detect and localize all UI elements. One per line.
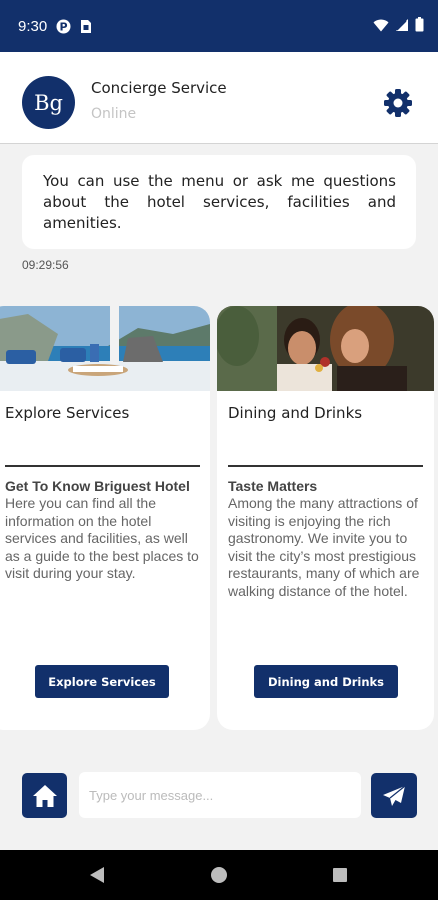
online-status: Online (91, 106, 137, 122)
recents-icon[interactable] (333, 868, 347, 882)
card-subtitle: Get To Know Briguest Hotel (5, 478, 190, 494)
back-icon[interactable] (89, 867, 105, 883)
status-bar: 9:30 P (0, 0, 438, 52)
gear-icon[interactable] (382, 87, 414, 119)
send-icon (383, 785, 406, 806)
home-icon (32, 784, 57, 807)
sim-card-icon (80, 19, 92, 34)
card-divider (228, 465, 423, 467)
card-explore-services: Explore Services Get To Know Briguest Ho… (0, 306, 210, 730)
android-nav-bar (0, 850, 438, 900)
pool-terrace-image (0, 306, 210, 391)
status-time: 9:30 (18, 17, 48, 35)
pinterest-circle-icon: P (56, 19, 71, 34)
bot-message-text: You can use the menu or ask me questions… (43, 172, 396, 232)
avatar: Bg (22, 76, 75, 129)
home-button[interactable] (22, 773, 67, 818)
chat-header: Bg Concierge Service Online (0, 52, 438, 144)
bot-message-bubble: You can use the menu or ask me questions… (22, 155, 416, 249)
card-description: Among the many attractions of visiting i… (228, 495, 420, 599)
page-title: Concierge Service (91, 79, 227, 97)
send-button[interactable] (371, 773, 417, 818)
dining-couple-image (217, 306, 434, 391)
card-title: Explore Services (5, 404, 130, 422)
message-timestamp: 09:29:56 (22, 258, 69, 272)
card-description: Here you can find all the information on… (5, 495, 199, 581)
explore-services-button[interactable]: Explore Services (35, 665, 169, 698)
card-divider (5, 465, 200, 467)
message-input[interactable] (79, 772, 361, 818)
signal-icon (395, 17, 409, 36)
wifi-icon (373, 17, 389, 36)
card-dining-and-drinks: Dining and Drinks Taste Matters Among th… (217, 306, 434, 730)
svg-text:P: P (60, 20, 68, 33)
battery-icon (415, 16, 424, 36)
card-title: Dining and Drinks (228, 404, 363, 422)
dining-and-drinks-button[interactable]: Dining and Drinks (254, 665, 398, 698)
card-subtitle: Taste Matters (228, 478, 318, 494)
home-circle-icon[interactable] (211, 867, 227, 883)
